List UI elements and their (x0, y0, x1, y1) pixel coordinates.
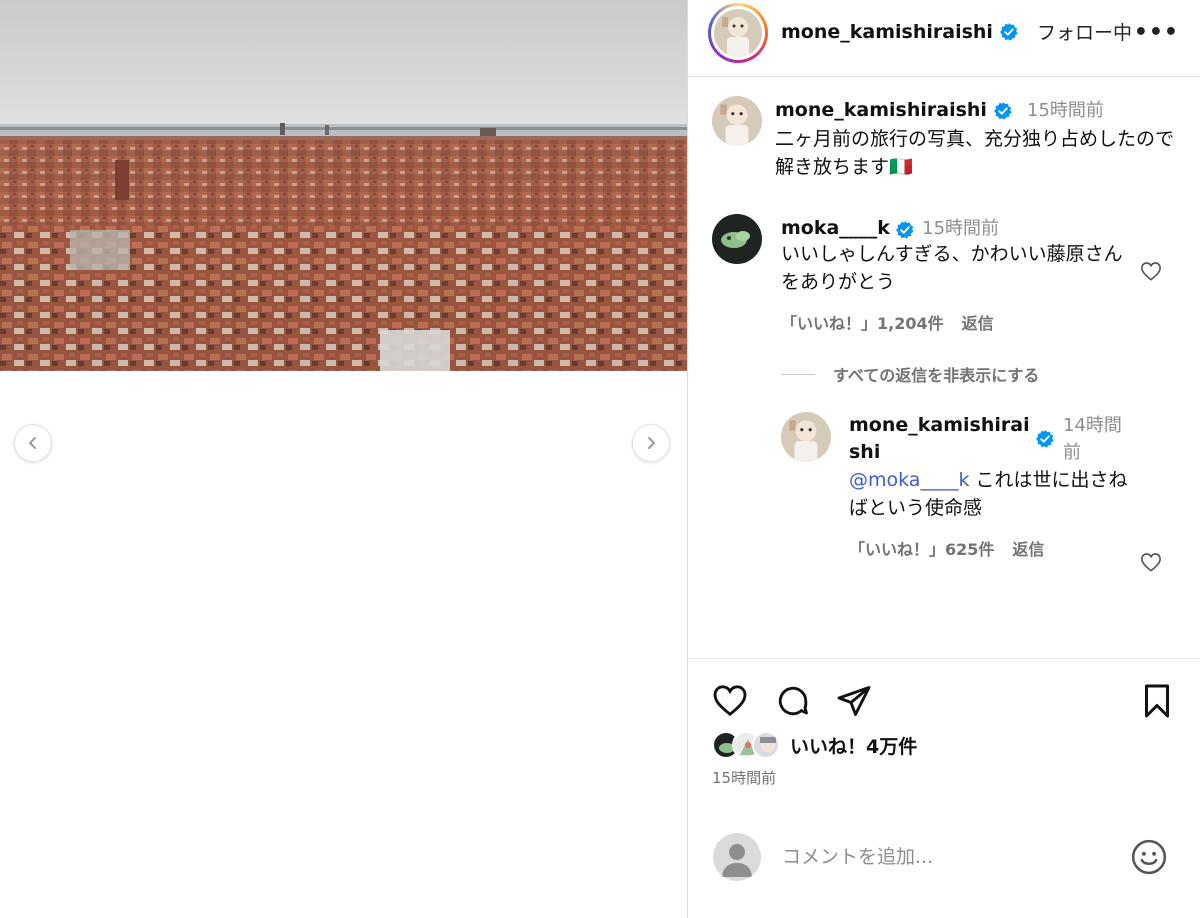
city-aerial-photo (0, 0, 687, 371)
emoji-icon[interactable] (1130, 838, 1168, 876)
header-username[interactable]: mone_kamishiraishi (781, 21, 993, 43)
caption-text: 二ヶ月前の旅行の写真、充分独り占めしたので解き放ちます🇮🇹 (775, 128, 1175, 178)
reply-username-line1[interactable]: mone_kamishirai (849, 412, 1031, 439)
more-options-button[interactable]: ••• (1134, 20, 1179, 45)
like-count[interactable]: いいね！4万件 (790, 732, 917, 759)
comments-section: mone_kamishiraishi 15時間前 二ヶ月前の旅行の写真、充分独り… (688, 78, 1200, 658)
share-send-icon[interactable] (836, 683, 872, 719)
like-heart-icon[interactable] (712, 683, 748, 717)
divider (781, 373, 815, 375)
caption-timestamp[interactable]: 15時間前 (1027, 100, 1104, 121)
hide-replies-label[interactable]: すべての返信を非表示にする (833, 362, 1039, 386)
next-photo-button[interactable] (632, 424, 670, 462)
reply-timestamp-line1[interactable]: 14時間 (1063, 412, 1122, 439)
avatar[interactable] (781, 412, 831, 462)
previous-photo-button[interactable] (14, 424, 52, 462)
post-timestamp[interactable]: 15時間前 (712, 767, 776, 788)
verified-badge-icon (993, 101, 1012, 120)
reply-mention-link[interactable]: @moka____k (849, 469, 969, 491)
liker-avatar (752, 731, 780, 759)
avatar[interactable] (714, 9, 762, 57)
current-user-avatar (713, 833, 761, 881)
verified-badge-icon (999, 22, 1018, 41)
post-photo[interactable] (0, 0, 687, 371)
avatar[interactable] (712, 96, 762, 146)
reply-text-block: @moka____k これは世に出さねばという使命感 (849, 466, 1139, 522)
reply-button[interactable]: 返信 (962, 310, 994, 334)
comment-input[interactable] (782, 840, 1102, 874)
comment-username[interactable]: moka____k (781, 217, 890, 239)
following-status-button[interactable]: フォロー中 (1037, 18, 1132, 45)
reply-timestamp-line2[interactable]: 前 (1063, 439, 1122, 466)
story-ring[interactable] (708, 3, 768, 63)
avatar[interactable] (712, 214, 762, 264)
media-panel (0, 0, 687, 918)
heart-icon[interactable] (1140, 552, 1162, 572)
post-header: mone_kamishiraishi フォロー中 ••• (688, 0, 1200, 77)
verified-badge-icon (896, 220, 914, 239)
reply-username-line2[interactable]: shi (849, 439, 1031, 466)
verified-badge-icon (1036, 430, 1054, 448)
caption-username[interactable]: mone_kamishiraishi (775, 99, 987, 121)
chevron-left-icon (29, 437, 36, 449)
comment-bubble-icon[interactable] (775, 683, 811, 719)
reply-like-count[interactable]: 「いいね！」625件 (849, 536, 994, 560)
hide-replies-toggle[interactable]: すべての返信を非表示にする (781, 362, 1039, 386)
comment-text: いいしゃしんすぎる、かわいい藤原さんをありがとう (781, 243, 1123, 293)
comment-timestamp[interactable]: 15時間前 (922, 218, 999, 239)
post-sidebar: mone_kamishiraishi フォロー中 ••• mone_kamish… (687, 0, 1200, 918)
liked-by-row[interactable]: いいね！4万件 (712, 731, 917, 759)
post-actions: いいね！4万件 15時間前 (688, 658, 1200, 818)
chevron-right-icon (648, 437, 655, 449)
bookmark-icon[interactable] (1141, 683, 1173, 719)
heart-icon[interactable] (1140, 261, 1162, 281)
reply-button[interactable]: 返信 (1012, 536, 1044, 560)
comment-like-count[interactable]: 「いいね！」1,204件 (781, 310, 944, 334)
add-comment-bar (688, 818, 1200, 918)
